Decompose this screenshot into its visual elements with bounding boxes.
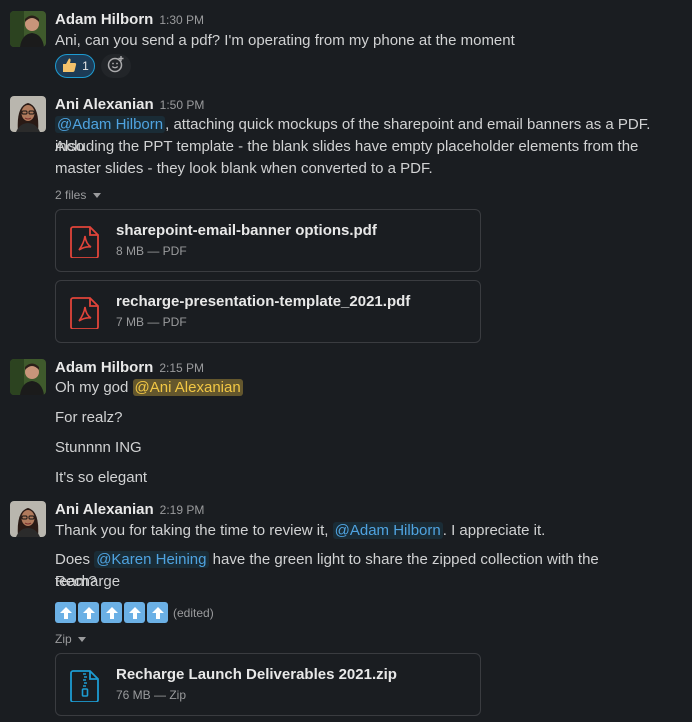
zip-icon [70,670,100,706]
message-text-line-2: including the PPT template - the blank s… [55,138,639,155]
file-attachment[interactable]: recharge-presentation-template_2021.pdf … [55,280,481,343]
message-text-line-3: master slides - they look blank when con… [55,160,433,177]
text-span: . I appreciate it. [442,522,546,539]
file-name[interactable]: sharepoint-email-banner options.pdf [116,222,377,239]
file-meta: 7 MB — PDF [116,315,187,329]
message-ani-1: Ani Alexanian 1:50 PM @Adam Hilborn, atta… [0,85,692,345]
avatar-ani[interactable] [10,96,46,132]
file-attachment[interactable]: Recharge Launch Deliverables 2021.zip 76… [55,653,481,716]
message-text-line-1: Thank you for taking the time to review … [55,520,662,542]
message-text-line-3: team? [55,573,97,590]
author-name[interactable]: Adam Hilborn 2:15 PM [55,359,204,376]
text-span: Thank you for taking the time to review … [55,522,329,539]
text-span: Does [55,551,91,568]
avatar-adam[interactable] [10,359,46,395]
timestamp[interactable]: 1:50 PM [160,98,205,112]
timestamp[interactable]: 2:19 PM [160,503,205,517]
author-name[interactable]: Ani Alexanian 1:50 PM [55,96,204,113]
timestamp[interactable]: 2:15 PM [159,361,204,375]
reaction-count: 1 [82,59,89,73]
message-text-line-3: Stunnnn ING [55,439,142,456]
pdf-icon [70,226,100,262]
file-meta: 76 MB — Zip [116,688,187,702]
timestamp[interactable]: 1:30 PM [159,13,204,27]
message-text-line-4: It's so elegant [55,469,148,486]
message-text: Ani, can you send a pdf? I'm operating f… [55,32,515,49]
file-name[interactable]: recharge-presentation-template_2021.pdf [116,293,410,310]
avatar-adam[interactable] [10,11,46,47]
files-count-label[interactable]: Zip [55,632,72,646]
file-attachment[interactable]: sharepoint-email-banner options.pdf 8 MB… [55,209,481,272]
mention-adam[interactable]: @Adam Hilborn [332,522,443,539]
message-text-line-1: Oh my god @Ani Alexanian [55,377,662,399]
arrow-up-icon [55,602,76,623]
message-adam-1: Adam Hilborn 1:30 PM Ani, can you send a … [0,0,692,85]
edited-label: (edited) [173,605,214,620]
file-name[interactable]: Recharge Launch Deliverables 2021.zip [116,666,397,683]
author-label[interactable]: Ani Alexanian [55,501,154,518]
author-label[interactable]: Adam Hilborn [55,359,153,376]
message-text-line-2: For realz? [55,409,123,426]
author-label[interactable]: Adam Hilborn [55,11,153,28]
emoji-row: (edited) [55,602,214,623]
author-label[interactable]: Ani Alexanian [55,96,154,113]
arrow-up-icon [78,602,99,623]
add-emoji-icon [107,55,125,77]
arrow-up-icon [147,602,168,623]
add-reaction-button[interactable] [101,54,131,78]
pdf-icon [70,297,100,333]
caret-down-icon [92,188,101,202]
message-ani-2: Ani Alexanian 2:19 PM Thank you for takin… [0,490,692,722]
mention-karen[interactable]: @Karen Heining [94,551,209,568]
mention-adam[interactable]: @Adam Hilborn [55,116,166,133]
arrow-up-icon [101,602,122,623]
mention-ani[interactable]: @Ani Alexanian [132,379,243,396]
files-toggle[interactable]: 2 files [55,188,101,202]
thumbs-up-icon [61,57,77,76]
message-adam-2: Adam Hilborn 2:15 PM Oh my god @Ani Alexa… [0,348,692,493]
author-name[interactable]: Ani Alexanian 2:19 PM [55,501,204,518]
avatar-ani[interactable] [10,501,46,537]
author-name[interactable]: Adam Hilborn 1:30 PM [55,11,204,28]
file-meta: 8 MB — PDF [116,244,187,258]
reaction-thumbs-up[interactable]: 1 [55,54,95,78]
text-span: Oh my god [55,379,129,396]
files-toggle[interactable]: Zip [55,632,87,646]
files-count-label[interactable]: 2 files [55,188,86,202]
caret-down-icon [78,632,87,646]
arrow-up-icon [124,602,145,623]
